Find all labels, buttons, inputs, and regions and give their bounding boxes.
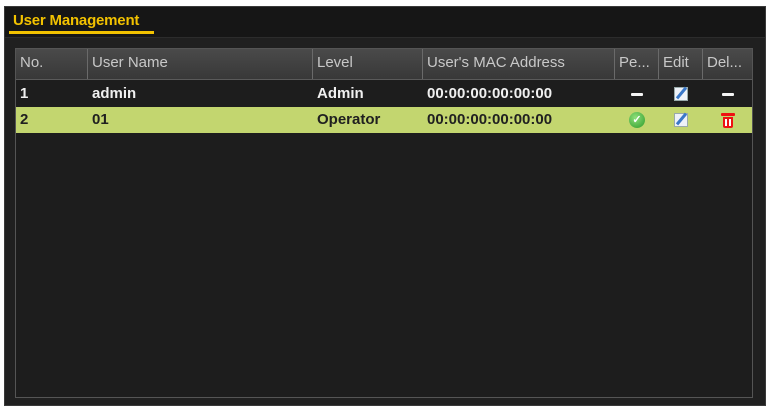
cell-user-name: admin (92, 85, 137, 102)
column-header-delete[interactable]: Del... (703, 49, 752, 79)
column-header-user-name[interactable]: User Name (88, 49, 313, 79)
trash-lid (720, 113, 735, 116)
cell-edit[interactable] (659, 107, 703, 133)
user-management-window: User Management No. User Name Level User… (4, 6, 766, 406)
cell-edit[interactable] (659, 81, 703, 107)
edit-icon[interactable] (674, 87, 688, 101)
column-header-level[interactable]: Level (313, 49, 423, 79)
cell-user-name: 01 (92, 111, 109, 128)
title-underline (9, 31, 154, 34)
column-header-no[interactable]: No. (16, 49, 88, 79)
cell-level: Operator (317, 111, 381, 128)
trash-icon[interactable] (720, 112, 735, 128)
window-title: User Management (13, 12, 140, 29)
cell-delete (703, 81, 752, 107)
edit-icon[interactable] (674, 113, 688, 127)
cell-mac-address: 00:00:00:00:00:00 (427, 111, 553, 128)
table-row[interactable]: 2 01 Operator 00:00:00:00:00:00 ✓ (16, 107, 752, 133)
title-bar: User Management (5, 7, 765, 38)
dash-icon (721, 92, 734, 96)
cell-no: 2 (20, 111, 29, 128)
cell-no: 1 (20, 85, 29, 102)
cell-permission[interactable]: ✓ (615, 107, 659, 133)
column-header-permission[interactable]: Pe... (615, 49, 659, 79)
user-table: No. User Name Level User's MAC Address P… (15, 48, 753, 398)
table-header: No. User Name Level User's MAC Address P… (16, 49, 752, 80)
column-header-edit[interactable]: Edit (659, 49, 703, 79)
cell-permission[interactable] (615, 81, 659, 107)
cell-delete[interactable] (703, 107, 752, 133)
check-icon[interactable]: ✓ (629, 112, 645, 128)
table-row[interactable]: 1 admin Admin 00:00:00:00:00:00 (16, 81, 752, 107)
trash-can (722, 117, 733, 128)
column-header-mac-address[interactable]: User's MAC Address (423, 49, 615, 79)
cell-mac-address: 00:00:00:00:00:00 (427, 85, 553, 102)
cell-level: Admin (317, 85, 364, 102)
dash-icon (631, 92, 643, 96)
